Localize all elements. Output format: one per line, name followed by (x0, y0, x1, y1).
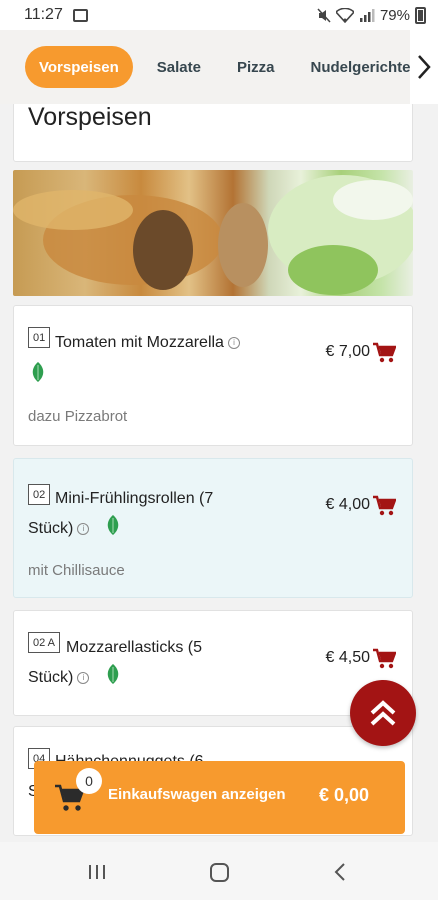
menu-item[interactable]: 01 Tomaten mit Mozzarella i € 7,00 dazu P… (13, 305, 413, 446)
tabs-scroll-right-button[interactable] (410, 30, 438, 104)
home-icon[interactable] (210, 863, 229, 882)
menu-item[interactable]: 02 Mini-Frühlingsrollen (7 Stück) i € 4,0… (13, 458, 413, 598)
category-tabs: Vorspeisen Salate Pizza Nudelgerichte (0, 30, 438, 104)
item-name-line1: Mini-Frühlingsrollen (7 (55, 490, 214, 507)
section-heading-card: Vorspeisen (13, 104, 413, 162)
item-code: 02 A (28, 632, 61, 653)
system-nav-bar (0, 842, 438, 900)
info-icon[interactable]: i (227, 336, 240, 349)
vegetarian-leaf-icon (107, 515, 119, 535)
recent-apps-icon[interactable] (88, 865, 106, 879)
status-icons: 79% (317, 6, 426, 24)
vegetarian-leaf-icon (32, 362, 44, 382)
add-to-cart-icon[interactable] (372, 342, 396, 364)
item-code: 02 (28, 484, 51, 505)
status-bar: 11:27 79% (0, 0, 438, 30)
info-icon[interactable]: i (77, 522, 90, 535)
mute-icon (317, 7, 331, 23)
item-price: € 7,00 (325, 343, 370, 360)
cart-label: Einkaufswagen anzeigen (108, 786, 286, 803)
item-name-text: Stück) (28, 520, 74, 537)
item-name-text: Stück) (28, 669, 74, 686)
status-time: 11:27 (24, 6, 63, 23)
item-name-text: Tomaten mit Mozzarella (55, 334, 224, 351)
vegetarian-leaf-icon (107, 664, 119, 684)
tab-vorspeisen[interactable]: Vorspeisen (25, 46, 133, 88)
item-name-line1: Mozzarellasticks (5 (66, 639, 203, 656)
battery-icon (415, 6, 426, 24)
add-to-cart-icon[interactable] (372, 648, 396, 670)
double-chevron-up-icon (370, 700, 396, 726)
item-name-line2: Stück) i (28, 663, 90, 693)
item-name-line2: Stück) i (28, 514, 90, 544)
signal-icon (359, 8, 375, 22)
item-price: € 4,00 (325, 496, 370, 513)
item-description: mit Chillisauce (28, 562, 125, 579)
item-description: dazu Pizzabrot (28, 408, 128, 425)
wifi-icon (335, 7, 354, 23)
item-name: Tomaten mit Mozzarella i (55, 328, 240, 358)
image-icon (72, 8, 88, 22)
tab-salate[interactable]: Salate (157, 46, 201, 88)
info-icon[interactable]: i (77, 671, 90, 684)
chevron-right-icon (418, 55, 431, 79)
tab-nudelgerichte[interactable]: Nudelgerichte (310, 46, 410, 88)
section-title: Vorspeisen (28, 104, 152, 131)
battery-percent: 79% (379, 6, 410, 24)
add-to-cart-icon[interactable] (372, 495, 396, 517)
show-cart-button[interactable]: 0 Einkaufswagen anzeigen € 0,00 (34, 761, 405, 834)
item-code: 01 (28, 327, 51, 348)
scroll-to-top-button[interactable] (350, 680, 416, 746)
tab-pizza[interactable]: Pizza (237, 46, 275, 88)
back-icon[interactable] (334, 862, 346, 882)
cart-total: € 0,00 (318, 785, 369, 805)
item-price: € 4,50 (325, 649, 370, 666)
cart-count-badge: 0 (76, 768, 102, 794)
category-banner-image (13, 170, 413, 296)
